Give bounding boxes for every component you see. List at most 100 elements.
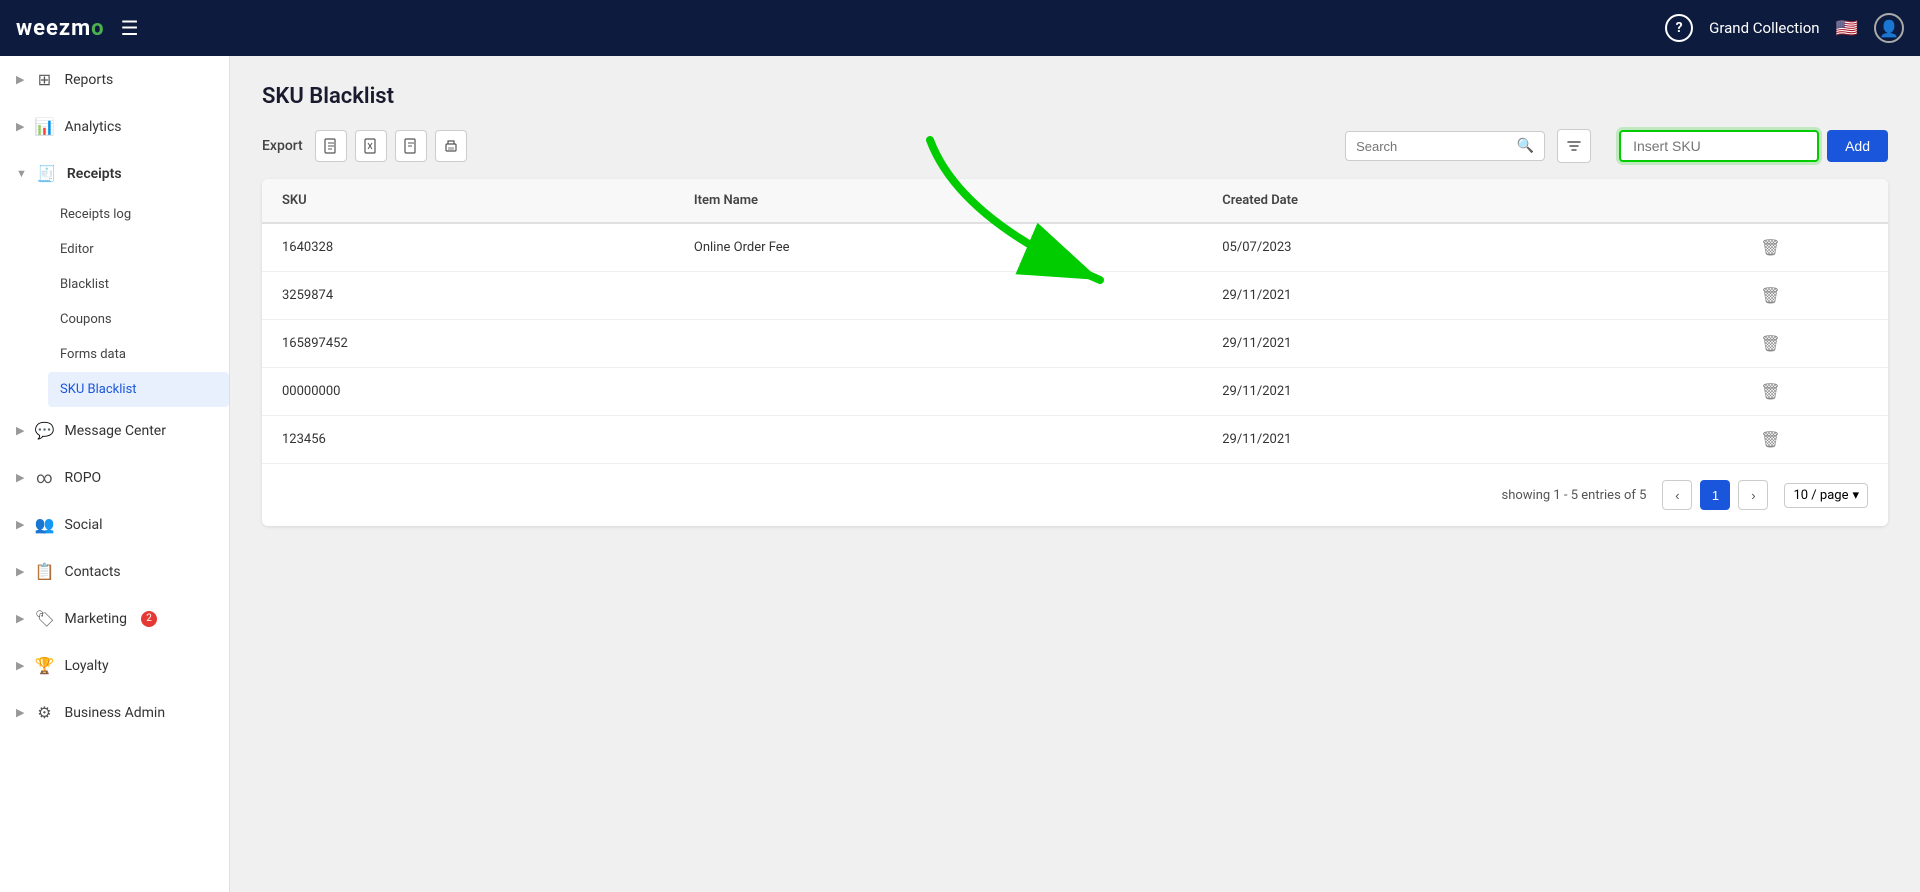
cell-created-date: 29/11/2021 [1202,368,1653,416]
social-label: Social [64,517,102,533]
export-print-button[interactable] [435,130,467,162]
cell-sku: 123456 [262,416,674,464]
sidebar-item-business-admin[interactable]: ▶ ⚙ Business Admin [0,689,229,736]
table-row: 123456 29/11/2021 🗑 [262,416,1888,464]
loyalty-arrow: ▶ [16,659,24,672]
filter-button[interactable] [1557,129,1591,163]
cell-delete[interactable]: 🗑 [1653,416,1888,464]
insert-sku-input[interactable] [1619,130,1819,162]
cell-delete[interactable]: 🗑 [1653,272,1888,320]
menu-icon[interactable]: ☰ [121,16,139,40]
receipts-icon: 🧾 [37,164,57,183]
cell-sku: 3259874 [262,272,674,320]
sidebar-item-message-center[interactable]: ▶ 💬 Message Center [0,407,229,454]
top-nav: weezmo ☰ ? Grand Collection 🇺🇸 👤 [0,0,1920,56]
delete-icon[interactable]: 🗑 [1760,286,1780,305]
cell-item-name [674,416,1202,464]
cell-sku: 00000000 [262,368,674,416]
sidebar: ▶ ⊞ Reports ▶ 📊 Analytics ▼ 🧾 Receipts R… [0,56,230,892]
sidebar-item-ropo[interactable]: ▶ ∞ ROPO [0,454,229,501]
sidebar-item-reports[interactable]: ▶ ⊞ Reports [0,56,229,103]
insert-sku-area: Add [1619,130,1888,162]
sidebar-sub-blacklist[interactable]: Blacklist [48,267,229,302]
sidebar-sub-editor[interactable]: Editor [48,232,229,267]
ropo-arrow: ▶ [16,471,24,484]
table-header-row: SKU Item Name Created Date [262,179,1888,223]
page-1-button[interactable]: 1 [1700,480,1730,510]
forms-data-label: Forms data [60,347,126,362]
per-page-chevron: ▾ [1852,488,1859,503]
cell-sku: 165897452 [262,320,674,368]
business-admin-label: Business Admin [64,705,165,721]
col-item-name: Item Name [674,179,1202,223]
contacts-arrow: ▶ [16,565,24,578]
export-pdf-button[interactable] [315,130,347,162]
cell-delete[interactable]: 🗑 [1653,223,1888,272]
business-admin-icon: ⚙ [34,703,54,722]
help-button[interactable]: ? [1665,14,1693,42]
sku-blacklist-label: SKU Blacklist [60,382,137,397]
sidebar-item-analytics[interactable]: ▶ 📊 Analytics [0,103,229,150]
receipts-log-label: Receipts log [60,207,131,222]
receipts-arrow: ▼ [16,167,27,180]
reports-arrow: ▶ [16,73,24,86]
page-info: showing 1 - 5 entries of 5 [1501,488,1646,503]
per-page-select[interactable]: 10 / page ▾ [1784,483,1868,508]
analytics-arrow: ▶ [16,120,24,133]
export-doc-button[interactable] [395,130,427,162]
marketing-badge: 2 [141,611,157,627]
loyalty-icon: 🏆 [34,656,54,675]
add-sku-button[interactable]: Add [1827,130,1888,162]
cell-item-name [674,272,1202,320]
ropo-icon: ∞ [34,468,54,487]
user-avatar[interactable]: 👤 [1874,13,1904,43]
delete-icon[interactable]: 🗑 [1760,430,1780,449]
per-page-label: 10 / page [1793,488,1848,503]
export-excel-button[interactable] [355,130,387,162]
sidebar-item-marketing[interactable]: ▶ 🏷 Marketing 2 [0,595,229,642]
cell-item-name [674,320,1202,368]
layout: ▶ ⊞ Reports ▶ 📊 Analytics ▼ 🧾 Receipts R… [0,56,1920,892]
sidebar-sub-coupons[interactable]: Coupons [48,302,229,337]
analytics-icon: 📊 [34,117,54,136]
delete-icon[interactable]: 🗑 [1760,334,1780,353]
next-page-button[interactable]: › [1738,480,1768,510]
table-row: 3259874 29/11/2021 🗑 [262,272,1888,320]
language-flag[interactable]: 🇺🇸 [1836,18,1858,39]
sidebar-sub-forms-data[interactable]: Forms data [48,337,229,372]
sidebar-item-receipts[interactable]: ▼ 🧾 Receipts [0,150,229,197]
cell-delete[interactable]: 🗑 [1653,368,1888,416]
main-content: SKU Blacklist Export [230,56,1920,892]
search-box: 🔍 [1345,131,1545,161]
sidebar-sub-receipts-log[interactable]: Receipts log [48,197,229,232]
cell-created-date: 29/11/2021 [1202,320,1653,368]
export-label: Export [262,138,303,154]
search-input[interactable] [1356,139,1511,154]
sidebar-item-contacts[interactable]: ▶ 📋 Contacts [0,548,229,595]
analytics-label: Analytics [64,119,121,135]
reports-label: Reports [64,72,113,88]
prev-page-button[interactable]: ‹ [1662,480,1692,510]
cell-sku: 1640328 [262,223,674,272]
app-logo[interactable]: weezmo [16,16,105,41]
contacts-label: Contacts [64,564,120,580]
cell-created-date: 29/11/2021 [1202,416,1653,464]
export-icons [315,130,467,162]
cell-item-name: Online Order Fee [674,223,1202,272]
marketing-arrow: ▶ [16,612,24,625]
col-created-date: Created Date [1202,179,1653,223]
sidebar-item-loyalty[interactable]: ▶ 🏆 Loyalty [0,642,229,689]
cell-delete[interactable]: 🗑 [1653,320,1888,368]
sku-table: SKU Item Name Created Date 1640328 Onlin… [262,179,1888,463]
coupons-label: Coupons [60,312,112,327]
message-center-icon: 💬 [34,421,54,440]
page-title: SKU Blacklist [262,84,1888,109]
delete-icon[interactable]: 🗑 [1760,382,1780,401]
cell-created-date: 29/11/2021 [1202,272,1653,320]
collection-label: Grand Collection [1709,19,1819,37]
sidebar-sub-sku-blacklist[interactable]: SKU Blacklist [48,372,229,407]
sidebar-item-social[interactable]: ▶ 👥 Social [0,501,229,548]
social-icon: 👥 [34,515,54,534]
search-icon: 🔍 [1517,138,1534,154]
delete-icon[interactable]: 🗑 [1760,238,1780,257]
